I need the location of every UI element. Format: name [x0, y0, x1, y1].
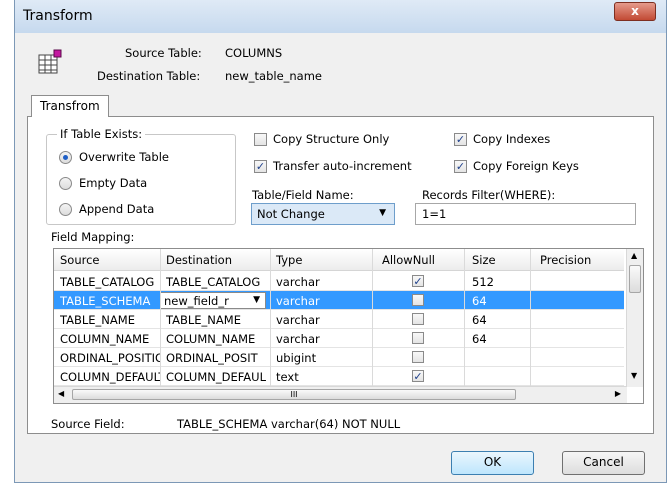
source-field-value: TABLE_SCHEMA varchar(64) NOT NULL: [177, 417, 401, 431]
cell-type: text: [276, 370, 299, 384]
dropdown-arrow-icon[interactable]: ▼: [253, 295, 260, 305]
radio-unselected-icon: [59, 177, 72, 190]
cell-type: varchar: [276, 332, 320, 346]
horizontal-scroll-thumb[interactable]: III: [72, 389, 516, 400]
checkbox-unchecked-icon[interactable]: [412, 294, 424, 306]
copy-foreign-keys-label: Copy Foreign Keys: [473, 159, 579, 173]
append-data-label: Append Data: [79, 202, 155, 216]
header-destination[interactable]: Destination: [166, 253, 232, 267]
scroll-down-icon[interactable]: ▼: [631, 371, 637, 380]
radio-selected-icon: [59, 151, 72, 164]
cell-source: ORDINAL_POSITION: [60, 351, 160, 365]
source-table-value: COLUMNS: [225, 46, 283, 60]
cell-destination: new_field_r: [164, 294, 229, 308]
scroll-up-icon[interactable]: ▲: [631, 251, 637, 260]
source-field-label: Source Field:: [51, 417, 125, 431]
cancel-button[interactable]: Cancel: [562, 451, 645, 475]
cell-source: TABLE_CATALOG: [60, 275, 155, 289]
cell-size: 64: [472, 313, 487, 327]
scroll-left-icon[interactable]: ◀: [58, 389, 64, 398]
empty-data-label: Empty Data: [79, 176, 148, 190]
transfer-auto-increment-label: Transfer auto-increment: [273, 159, 412, 173]
ok-button[interactable]: OK: [451, 451, 534, 475]
checkbox-unchecked-icon[interactable]: [412, 332, 424, 344]
column-divider: [464, 249, 465, 387]
cell-type: ubigint: [276, 351, 317, 365]
records-filter-value: 1=1: [422, 207, 447, 221]
column-divider: [530, 249, 531, 387]
copy-structure-only-label: Copy Structure Only: [273, 132, 390, 146]
table-row[interactable]: COLUMN_NAME COLUMN_NAME varchar 64: [54, 329, 624, 348]
grid-header: Source Destination Type AllowNull Size P…: [54, 249, 624, 271]
table-field-name-label: Table/Field Name:: [252, 188, 354, 202]
column-divider: [160, 249, 161, 387]
table-icon: [38, 49, 62, 74]
if-table-exists-legend: If Table Exists:: [57, 127, 146, 141]
checkmark-icon: ✓: [454, 160, 467, 173]
table-row[interactable]: TABLE_SCHEMA new_field_r ▼ varchar 64: [54, 291, 624, 310]
checkbox-unchecked-icon[interactable]: [412, 313, 424, 325]
header-allownull[interactable]: AllowNull: [382, 253, 435, 267]
cell-type: varchar: [276, 275, 320, 289]
title-bar: Transform x: [15, 0, 666, 33]
scroll-thumb-grip: III: [290, 390, 298, 399]
source-table-label: Source Table:: [125, 46, 202, 60]
records-filter-input[interactable]: 1=1: [415, 203, 636, 225]
destination-table-value: new_table_name: [225, 69, 323, 83]
checkmark-icon: ✓: [254, 160, 267, 173]
field-mapping-label: Field Mapping:: [51, 230, 135, 244]
checkmark-icon[interactable]: ✓: [412, 275, 424, 287]
dropdown-arrow-icon: ▼: [379, 208, 386, 218]
vertical-scroll-thumb[interactable]: [629, 265, 641, 293]
header-type[interactable]: Type: [276, 253, 302, 267]
checkbox-unchecked-icon[interactable]: [412, 351, 424, 363]
table-row[interactable]: TABLE_CATALOG TABLE_CATALOG varchar ✓ 512: [54, 272, 624, 291]
cell-source: COLUMN_NAME: [60, 332, 150, 346]
window-title: Transform: [23, 8, 93, 24]
cell-size: 64: [472, 294, 487, 308]
cell-destination: COLUMN_DEFAUL: [166, 370, 266, 384]
if-table-exists-group: If Table Exists: Overwrite Table Empty D…: [46, 127, 236, 225]
cell-source: TABLE_NAME: [60, 313, 135, 327]
header-precision[interactable]: Precision: [540, 253, 591, 267]
radio-unselected-icon: [59, 203, 72, 216]
select-value: Not Change: [257, 207, 325, 221]
destination-editor[interactable]: new_field_r ▼: [160, 292, 266, 309]
horizontal-scrollbar[interactable]: ◀ III ▶: [54, 386, 627, 403]
records-filter-label: Records Filter(WHERE):: [422, 188, 556, 202]
cell-size: 64: [472, 332, 487, 346]
transform-dialog: Transform x Source Table: COLUMNS Destin…: [14, 0, 667, 483]
cell-size: 512: [472, 275, 494, 289]
cell-destination: COLUMN_NAME: [166, 332, 256, 346]
cell-destination: TABLE_NAME: [166, 313, 241, 327]
table-row[interactable]: COLUMN_DEFAULT COLUMN_DEFAUL text ✓: [54, 367, 624, 386]
scroll-right-icon[interactable]: ▶: [615, 389, 621, 398]
cell-source: COLUMN_DEFAULT: [60, 370, 160, 384]
table-row[interactable]: TABLE_NAME TABLE_NAME varchar 64: [54, 310, 624, 329]
cell-destination: ORDINAL_POSIT: [166, 351, 258, 365]
close-icon: x: [631, 4, 639, 18]
header-source[interactable]: Source: [60, 253, 100, 267]
checkmark-icon: ✓: [454, 133, 467, 146]
table-row[interactable]: ORDINAL_POSITION ORDINAL_POSIT ubigint: [54, 348, 624, 367]
vertical-scrollbar[interactable]: ▲ ▼: [626, 249, 643, 387]
copy-indexes-label: Copy Indexes: [473, 132, 551, 146]
cell-type: varchar: [276, 313, 320, 327]
overwrite-table-label: Overwrite Table: [79, 150, 169, 164]
tab-transform[interactable]: Transfrom: [31, 95, 109, 117]
destination-table-label: Destination Table:: [97, 69, 201, 83]
checkbox-unchecked-icon: [254, 133, 267, 146]
cell-source: TABLE_SCHEMA: [60, 294, 151, 308]
cell-type: varchar: [276, 294, 320, 308]
header-size[interactable]: Size: [472, 253, 496, 267]
cell-destination: TABLE_CATALOG: [166, 275, 261, 289]
table-field-name-select[interactable]: Not Change ▼: [251, 203, 395, 225]
checkmark-icon[interactable]: ✓: [412, 370, 424, 382]
field-mapping-grid[interactable]: Source Destination Type AllowNull Size P…: [53, 248, 644, 404]
column-divider: [372, 249, 373, 387]
column-divider: [270, 249, 271, 387]
close-button[interactable]: x: [614, 2, 656, 21]
